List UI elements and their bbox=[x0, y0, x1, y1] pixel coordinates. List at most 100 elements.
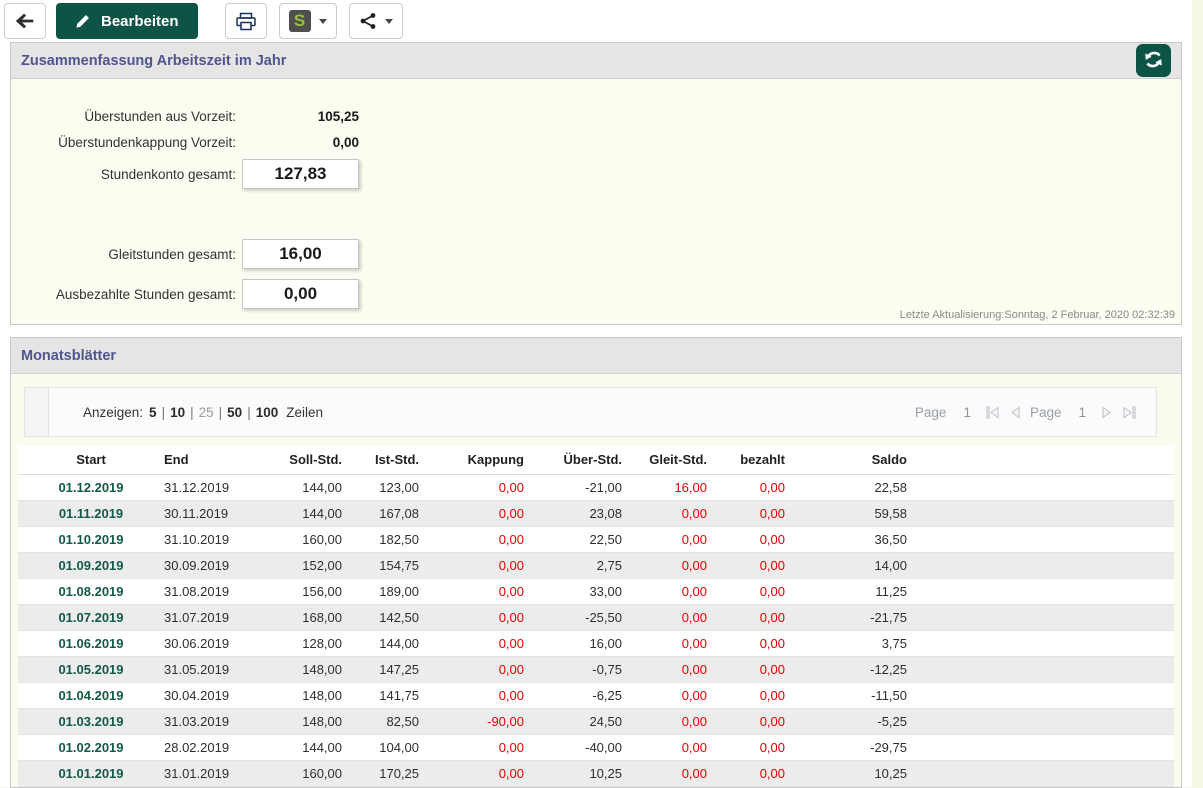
rows-per-page-option-50[interactable]: 50 bbox=[227, 405, 242, 420]
start-date-link[interactable]: 01.07.2019 bbox=[18, 604, 164, 631]
cell-gleit: 0,00 bbox=[628, 604, 713, 631]
cell-end: 31.08.2019 bbox=[164, 578, 244, 605]
cell-ist: 142,50 bbox=[348, 604, 425, 631]
s-menu-button[interactable]: S bbox=[278, 3, 337, 39]
pagination-goto-page[interactable]: 1 bbox=[1078, 405, 1086, 420]
table-row: 01.01.2019 31.01.2019 160,00 170,25 0,00 10,2… bbox=[18, 760, 1174, 787]
summary-panel: Zusammenfassung Arbeitszeit im Jahr Über… bbox=[10, 42, 1182, 325]
cell-soll: 160,00 bbox=[244, 526, 348, 553]
cell-ist: 170,25 bbox=[348, 760, 425, 787]
cell-end: 30.11.2019 bbox=[164, 500, 244, 527]
start-date-link[interactable]: 01.02.2019 bbox=[18, 734, 164, 761]
share-button[interactable] bbox=[348, 3, 403, 39]
arrow-left-icon bbox=[14, 10, 36, 32]
table-header-row: Start End Soll-Std. Ist-Std. Kappung Übe… bbox=[18, 446, 1174, 475]
cell-soll: 168,00 bbox=[244, 604, 348, 631]
start-date-link[interactable]: 01.06.2019 bbox=[18, 630, 164, 657]
back-button[interactable] bbox=[4, 3, 46, 39]
cell-kappung: -90,00 bbox=[425, 708, 530, 735]
refresh-button[interactable] bbox=[1136, 44, 1171, 77]
cell-gleit: 0,00 bbox=[628, 708, 713, 735]
cell-bezahlt: 0,00 bbox=[713, 656, 791, 683]
cell-ist: 189,00 bbox=[348, 578, 425, 605]
cell-filler bbox=[913, 630, 1174, 657]
cell-filler bbox=[913, 474, 1174, 501]
rows-per-page-option-100[interactable]: 100 bbox=[256, 405, 279, 420]
field-label: Stundenkonto gesamt: bbox=[100, 166, 236, 182]
column-header-gleit: Gleit-Std. bbox=[628, 446, 713, 475]
field-value: 105,25 bbox=[317, 108, 359, 124]
rows-per-page-option-10[interactable]: 10 bbox=[170, 405, 185, 420]
start-date-link[interactable]: 01.03.2019 bbox=[18, 708, 164, 735]
cell-end: 28.02.2019 bbox=[164, 734, 244, 761]
print-button[interactable] bbox=[224, 3, 267, 39]
cell-ist: 141,75 bbox=[348, 682, 425, 709]
edit-button-label: Bearbeiten bbox=[101, 12, 179, 30]
cell-saldo: -29,75 bbox=[791, 734, 913, 761]
pagination-goto-label: Page bbox=[1029, 404, 1062, 420]
option-separator: | bbox=[218, 404, 223, 420]
cell-soll: 156,00 bbox=[244, 578, 348, 605]
cell-saldo: 3,75 bbox=[791, 630, 913, 657]
grid-toolbar: Anzeigen: 5 | 10 | 25 | 50 | 100 Zeilen Page 1 bbox=[24, 387, 1157, 437]
start-date-link[interactable]: 01.08.2019 bbox=[18, 578, 164, 605]
cell-end: 31.03.2019 bbox=[164, 708, 244, 735]
edit-button[interactable]: Bearbeiten bbox=[56, 3, 198, 39]
cell-bezahlt: 0,00 bbox=[713, 474, 791, 501]
cell-kappung: 0,00 bbox=[425, 734, 530, 761]
table-row: 01.04.2019 30.04.2019 148,00 141,75 0,00 -6,2… bbox=[18, 682, 1174, 709]
cell-soll: 148,00 bbox=[244, 656, 348, 683]
next-page-icon[interactable] bbox=[1101, 406, 1113, 419]
monthly-table-body: 01.12.2019 31.12.2019 144,00 123,00 0,00 -21,… bbox=[18, 474, 1174, 787]
cell-ist: 123,00 bbox=[348, 474, 425, 501]
cell-end: 31.07.2019 bbox=[164, 604, 244, 631]
field-value: 0,00 bbox=[332, 134, 359, 150]
start-date-link[interactable]: 01.09.2019 bbox=[18, 552, 164, 579]
first-page-icon[interactable] bbox=[986, 406, 1000, 419]
column-header-saldo: Saldo bbox=[791, 446, 913, 475]
cell-saldo: 22,58 bbox=[791, 474, 913, 501]
cell-ueber: 22,50 bbox=[530, 526, 628, 553]
table-row: 01.07.2019 31.07.2019 168,00 142,50 0,00 -25,… bbox=[18, 604, 1174, 631]
field-gleitstunden-gesamt: Gleitstunden gesamt: 16,00 bbox=[11, 237, 1181, 271]
cell-gleit: 0,00 bbox=[628, 500, 713, 527]
top-toolbar: Bearbeiten S bbox=[0, 0, 1192, 42]
cell-gleit: 0,00 bbox=[628, 526, 713, 553]
last-page-icon[interactable] bbox=[1122, 406, 1136, 419]
field-label: Überstunden aus Vorzeit: bbox=[84, 108, 236, 124]
table-row: 01.09.2019 30.09.2019 152,00 154,75 0,00 2,75… bbox=[18, 552, 1174, 579]
ausbezahlte-stunden-gesamt-field[interactable]: 0,00 bbox=[242, 279, 359, 309]
cell-bezahlt: 0,00 bbox=[713, 734, 791, 761]
start-date-link[interactable]: 01.11.2019 bbox=[18, 500, 164, 527]
cell-filler bbox=[913, 578, 1174, 605]
cell-saldo: 59,58 bbox=[791, 500, 913, 527]
cell-filler bbox=[913, 760, 1174, 787]
cell-ueber: 2,75 bbox=[530, 552, 628, 579]
table-row: 01.06.2019 30.06.2019 128,00 144,00 0,00 16,0… bbox=[18, 630, 1174, 657]
monthly-sheets-title: Monatsblätter bbox=[21, 347, 117, 364]
start-date-link[interactable]: 01.04.2019 bbox=[18, 682, 164, 709]
cell-bezahlt: 0,00 bbox=[713, 760, 791, 787]
start-date-link[interactable]: 01.01.2019 bbox=[18, 760, 164, 787]
cell-ueber: 16,00 bbox=[530, 630, 628, 657]
stundenkonto-gesamt-field[interactable]: 127,83 bbox=[242, 159, 359, 189]
column-header-ueber: Über-Std. bbox=[530, 446, 628, 475]
field-label: Überstundenkappung Vorzeit: bbox=[58, 134, 236, 150]
start-date-link[interactable]: 01.12.2019 bbox=[18, 474, 164, 501]
start-date-link[interactable]: 01.05.2019 bbox=[18, 656, 164, 683]
cell-kappung: 0,00 bbox=[425, 474, 530, 501]
cell-ist: 147,25 bbox=[348, 656, 425, 683]
start-date-link[interactable]: 01.10.2019 bbox=[18, 526, 164, 553]
gleitstunden-gesamt-field[interactable]: 16,00 bbox=[242, 239, 359, 269]
cell-saldo: -21,75 bbox=[791, 604, 913, 631]
prev-page-icon[interactable] bbox=[1009, 406, 1021, 419]
cell-end: 30.09.2019 bbox=[164, 552, 244, 579]
cell-ueber: 33,00 bbox=[530, 578, 628, 605]
rows-per-page-option-5[interactable]: 5 bbox=[149, 405, 157, 420]
chevron-down-icon bbox=[318, 19, 327, 28]
cell-gleit: 0,00 bbox=[628, 552, 713, 579]
cell-ist: 182,50 bbox=[348, 526, 425, 553]
cell-kappung: 0,00 bbox=[425, 526, 530, 553]
field-ueberstundenkappung-vorzeit: Überstundenkappung Vorzeit: 0,00 bbox=[11, 129, 1181, 155]
pencil-icon bbox=[75, 14, 90, 29]
